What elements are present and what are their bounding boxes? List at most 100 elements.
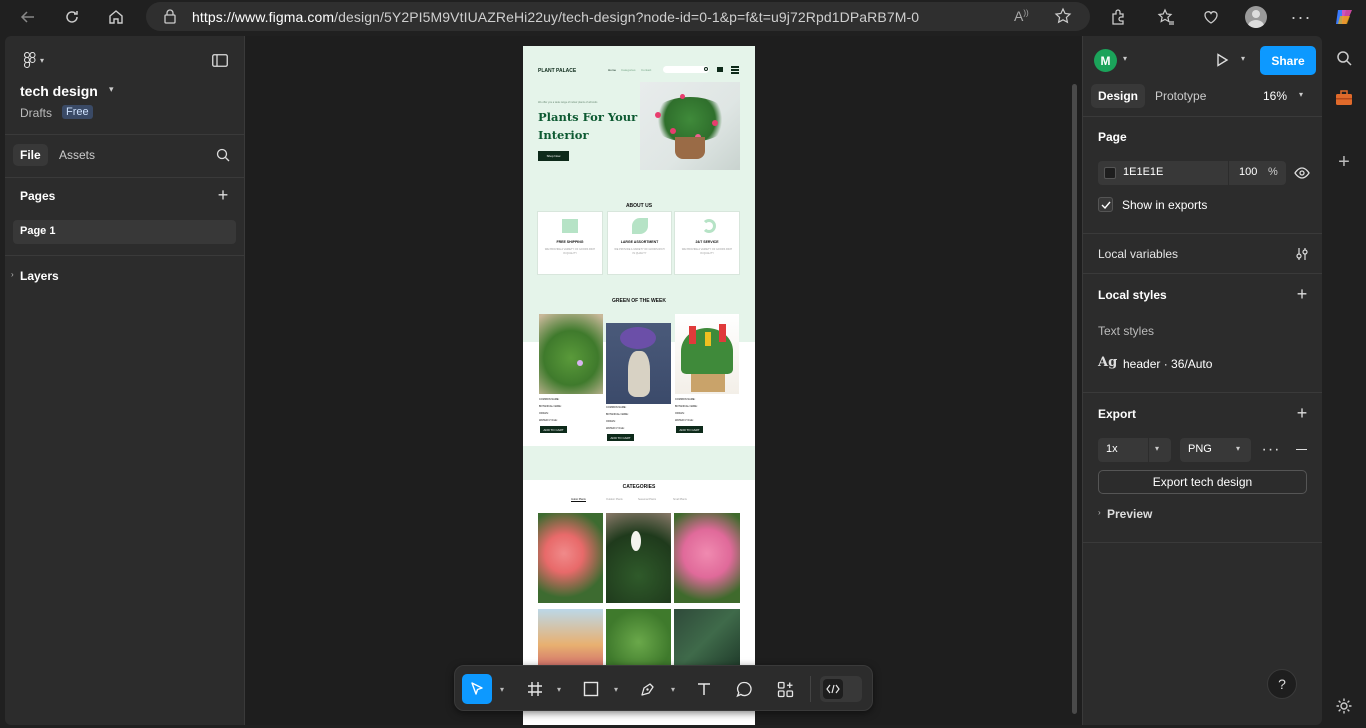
tab-design[interactable]: Design [1091, 84, 1145, 108]
export-button[interactable]: Export tech design [1098, 470, 1307, 494]
avatar[interactable]: M [1094, 49, 1117, 72]
move-tool-button[interactable] [462, 674, 492, 704]
remove-export-icon[interactable] [1296, 449, 1307, 451]
favorite-star-icon[interactable] [1054, 7, 1072, 30]
category-image [606, 513, 671, 603]
address-bar[interactable]: https://www.figma.com/design/5Y2PI5M9VtI… [146, 2, 1090, 31]
local-variables-label[interactable]: Local variables [1098, 247, 1178, 261]
about-card-text: WE PROVIDE A VARIETY OF GOODS RICH IN QU… [681, 248, 733, 255]
figma-menu-button[interactable]: ▾ [19, 51, 49, 69]
pen-tool-chevron-icon[interactable]: ▾ [667, 674, 679, 704]
zoom-chevron-icon[interactable]: ▾ [1299, 90, 1303, 99]
present-chevron-icon[interactable]: ▾ [1241, 54, 1245, 63]
pages-heading: Pages [20, 189, 56, 203]
text-tool-button[interactable] [689, 674, 719, 704]
about-card: FREE SHIPPING WE PROVIDE A VARIETY OF GO… [537, 211, 603, 275]
chevron-down-icon: ▾ [1236, 444, 1241, 453]
variables-settings-icon[interactable] [1293, 245, 1311, 263]
product-line: WATER CYCLE: [606, 427, 625, 430]
extensions-icon[interactable] [1105, 4, 1131, 30]
export-format-select[interactable]: PNG ▾ [1180, 438, 1251, 462]
divider [5, 177, 245, 178]
home-icon[interactable] [103, 4, 129, 30]
file-name-chevron-icon[interactable]: ▾ [109, 84, 114, 95]
divider [1083, 116, 1322, 117]
nav-categories: Categories [621, 68, 636, 72]
show-in-exports-label[interactable]: Show in exports [1122, 198, 1207, 212]
chevron-down-icon: ▾ [39, 55, 44, 65]
move-tool-chevron-icon[interactable]: ▾ [496, 674, 508, 704]
code-brackets-icon [823, 679, 843, 699]
search-layers-icon[interactable] [214, 146, 232, 164]
design-frame[interactable]: PLANT PALACE Home Categories Contact We … [523, 46, 755, 725]
canvas[interactable]: PLANT PALACE Home Categories Contact We … [245, 36, 1082, 725]
settings-gear-icon[interactable] [1334, 696, 1354, 716]
color-swatch[interactable] [1104, 167, 1116, 179]
add-style-icon[interactable]: + [1293, 284, 1311, 304]
file-name[interactable]: tech design [20, 83, 98, 99]
page-opacity-value[interactable]: 100 [1239, 166, 1257, 178]
back-icon[interactable] [15, 4, 41, 30]
page-item-page-1[interactable]: Page 1 [13, 220, 236, 244]
tab-prototype[interactable]: Prototype [1155, 89, 1206, 103]
shape-tool-button[interactable] [576, 674, 606, 704]
tab-file[interactable]: File [13, 144, 48, 166]
checkmark-icon [1101, 201, 1111, 209]
category-image [674, 609, 740, 669]
local-styles-heading: Local styles [1098, 288, 1167, 302]
canvas-scrollbar[interactable] [1072, 84, 1077, 714]
left-panel: ▾ tech design ▾ Drafts Free File Assets … [5, 36, 245, 725]
url-text[interactable]: https://www.figma.com/design/5Y2PI5M9VtI… [192, 9, 919, 25]
chevron-right-icon[interactable]: › [11, 270, 14, 279]
dev-mode-toggle[interactable] [820, 676, 862, 702]
help-button[interactable]: ? [1267, 669, 1297, 699]
share-button[interactable]: Share [1260, 46, 1316, 75]
text-style-item[interactable]: header · 36/Auto [1123, 357, 1212, 371]
hero-shop-button: Shop Now [538, 151, 569, 161]
export-options-icon[interactable]: ··· [1261, 441, 1281, 459]
frame-tool-chevron-icon[interactable]: ▾ [553, 674, 565, 704]
copilot-icon[interactable] [1331, 4, 1357, 30]
comment-tool-button[interactable] [729, 674, 759, 704]
eye-visibility-icon[interactable] [1293, 164, 1311, 182]
tab-assets[interactable]: Assets [59, 148, 95, 162]
about-card-title: LARGE ASSORTMENT [620, 240, 659, 244]
export-scale-select[interactable]: 1x ▾ [1098, 438, 1171, 462]
zoom-level[interactable]: 16% [1263, 89, 1287, 103]
product-line: BOTANICAL NAME: [539, 405, 562, 408]
product-line: COMMON NAME: [606, 406, 627, 409]
url-path: /design/5Y2PI5M9VtIUAZReHi22uy/tech-desi… [334, 9, 920, 25]
text-styles-label: Text styles [1098, 324, 1155, 338]
favorites-icon[interactable] [1153, 4, 1179, 30]
add-icon[interactable]: + [1334, 151, 1354, 173]
read-aloud-icon[interactable]: A)) [1014, 8, 1029, 24]
toggle-sidebar-icon[interactable] [210, 52, 230, 68]
refresh-icon[interactable] [59, 4, 85, 30]
search-icon[interactable] [1334, 48, 1354, 68]
tab-file-label: File [20, 148, 41, 162]
preview-toggle[interactable]: Preview [1107, 507, 1152, 521]
divider [1083, 233, 1322, 234]
frame-tool-button[interactable] [520, 674, 550, 704]
show-in-exports-checkbox[interactable] [1098, 197, 1113, 212]
preview-chevron-icon[interactable]: › [1098, 508, 1101, 517]
divider [5, 255, 245, 256]
page-color-field[interactable]: 1E1E1E 100 % [1098, 161, 1286, 185]
toolbox-icon[interactable] [1334, 88, 1354, 108]
more-options-icon[interactable]: ··· [1288, 4, 1314, 30]
browser-essentials-icon[interactable] [1198, 4, 1224, 30]
actions-tool-button[interactable] [770, 674, 800, 704]
page-color-hex[interactable]: 1E1E1E [1123, 166, 1163, 178]
profile-avatar-icon[interactable] [1243, 4, 1269, 30]
lock-icon[interactable] [163, 9, 177, 29]
page-heading: Page [1098, 130, 1127, 144]
layers-heading[interactable]: Layers [20, 269, 59, 283]
add-export-icon[interactable]: + [1293, 403, 1311, 423]
text-t-icon [698, 683, 710, 695]
file-location[interactable]: Drafts [20, 106, 52, 120]
add-page-icon[interactable]: + [214, 185, 232, 205]
shape-tool-chevron-icon[interactable]: ▾ [610, 674, 622, 704]
avatar-chevron-icon[interactable]: ▾ [1123, 54, 1127, 63]
present-play-icon[interactable] [1213, 51, 1231, 69]
pen-tool-button[interactable] [633, 674, 663, 704]
